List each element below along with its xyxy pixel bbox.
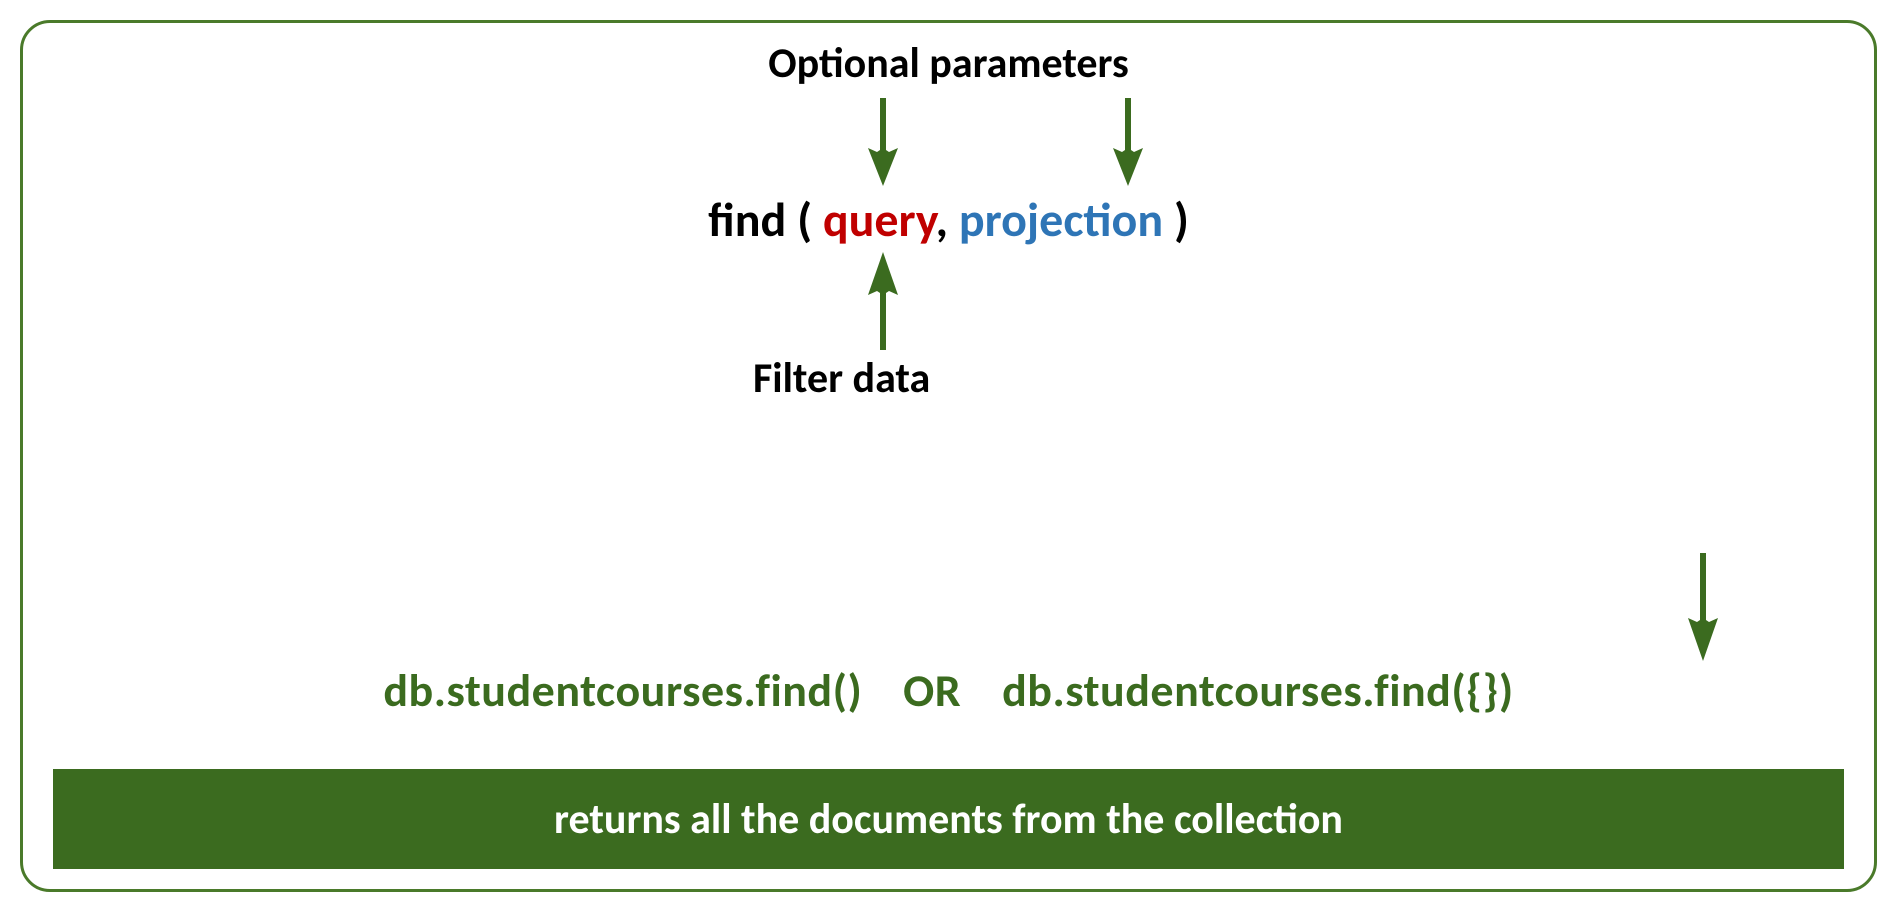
arrow-down-to-braces-icon bbox=[1683, 553, 1723, 663]
query-param: query bbox=[823, 190, 936, 249]
find-function-name: find bbox=[708, 190, 786, 249]
or-separator: OR bbox=[903, 663, 961, 719]
arrow-down-to-query-icon bbox=[863, 98, 903, 188]
comma: , bbox=[936, 190, 959, 249]
projection-param: projection bbox=[959, 190, 1163, 249]
close-paren: ) bbox=[1163, 190, 1189, 249]
arrow-up-to-query-icon bbox=[863, 250, 903, 350]
open-paren: ( bbox=[786, 190, 823, 249]
find-syntax-line: find ( query, projection ) bbox=[708, 190, 1189, 249]
filter-data-label: Filter data bbox=[753, 353, 930, 404]
result-description-bar: returns all the documents from the colle… bbox=[53, 769, 1844, 869]
code-example-line: db.studentcourses.find() OR db.studentco… bbox=[383, 663, 1513, 719]
arrow-down-to-projection-icon bbox=[1108, 98, 1148, 188]
code-find-braces: db.studentcourses.find({}) bbox=[1002, 663, 1514, 719]
optional-parameters-label: Optional parameters bbox=[768, 38, 1128, 89]
result-text: returns all the documents from the colle… bbox=[554, 794, 1343, 845]
code-find-empty: db.studentcourses.find() bbox=[383, 663, 862, 719]
diagram-frame: Optional parameters find ( query, projec… bbox=[20, 20, 1877, 892]
